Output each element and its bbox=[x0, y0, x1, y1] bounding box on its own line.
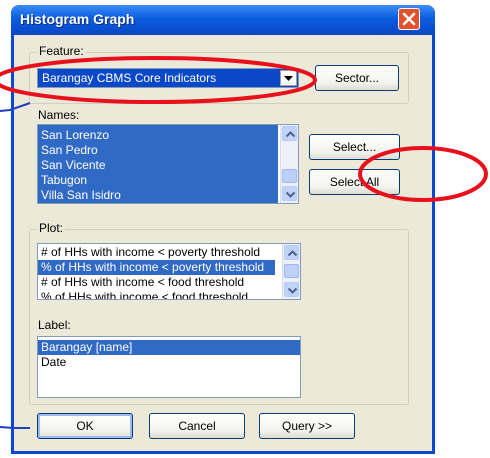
list-item[interactable]: San Vicente bbox=[38, 158, 278, 173]
query-button[interactable]: Query >> bbox=[259, 413, 355, 439]
scroll-down-button[interactable] bbox=[284, 282, 299, 297]
plot-scrollbar[interactable] bbox=[282, 244, 300, 299]
scroll-up-button[interactable] bbox=[282, 126, 297, 141]
label-listbox[interactable]: Barangay [name] Date bbox=[37, 336, 301, 398]
label-caption: Label: bbox=[38, 318, 71, 332]
chevron-up-icon bbox=[287, 250, 298, 257]
feature-legend: Feature: bbox=[37, 44, 86, 58]
list-item[interactable]: Tabugon bbox=[38, 173, 278, 188]
names-scrollbar[interactable] bbox=[280, 125, 298, 203]
scroll-thumb[interactable] bbox=[282, 169, 297, 183]
list-item[interactable]: Villa San Isidro bbox=[38, 188, 278, 203]
chevron-down-icon bbox=[285, 191, 296, 198]
ok-button[interactable]: OK bbox=[37, 413, 133, 439]
list-item[interactable]: # of HHs with income < poverty threshold bbox=[38, 245, 275, 260]
names-list: San Lorenzo San Pedro San Vicente Tabugo… bbox=[38, 125, 278, 203]
select-all-button[interactable]: Select All bbox=[309, 169, 400, 195]
sector-button[interactable]: Sector... bbox=[315, 65, 399, 91]
plot-listbox[interactable]: # of HHs with income < poverty threshold… bbox=[37, 243, 301, 300]
window-title: Histogram Graph bbox=[20, 11, 135, 27]
chevron-up-icon bbox=[285, 131, 296, 138]
names-label: Names: bbox=[38, 108, 80, 122]
select-button[interactable]: Select... bbox=[309, 134, 400, 160]
scroll-thumb[interactable] bbox=[284, 264, 299, 278]
cancel-button[interactable]: Cancel bbox=[149, 413, 245, 439]
scroll-down-button[interactable] bbox=[282, 186, 297, 201]
list-item-selected[interactable]: Barangay [name] bbox=[38, 340, 300, 355]
list-item-selected[interactable]: % of HHs with income < poverty threshold bbox=[38, 260, 275, 275]
list-item[interactable]: San Pedro bbox=[38, 143, 278, 158]
list-item[interactable]: % of HHs with income < food threshold bbox=[38, 290, 275, 299]
close-button[interactable] bbox=[398, 8, 420, 30]
feature-combobox[interactable]: Barangay CBMS Core Indicators bbox=[37, 68, 299, 88]
combobox-dropdown-button[interactable] bbox=[280, 70, 297, 86]
close-icon bbox=[402, 12, 416, 26]
plot-legend: Plot: bbox=[37, 221, 66, 235]
list-item[interactable]: # of HHs with income < food threshold bbox=[38, 275, 275, 290]
names-listbox[interactable]: San Lorenzo San Pedro San Vicente Tabugo… bbox=[37, 124, 299, 204]
chevron-down-icon bbox=[287, 287, 298, 294]
list-item[interactable]: Date bbox=[38, 355, 300, 370]
scroll-up-button[interactable] bbox=[284, 245, 299, 260]
feature-combobox-value: Barangay CBMS Core Indicators bbox=[42, 71, 217, 85]
chevron-down-icon bbox=[284, 76, 293, 81]
list-item[interactable]: San Lorenzo bbox=[38, 128, 278, 143]
